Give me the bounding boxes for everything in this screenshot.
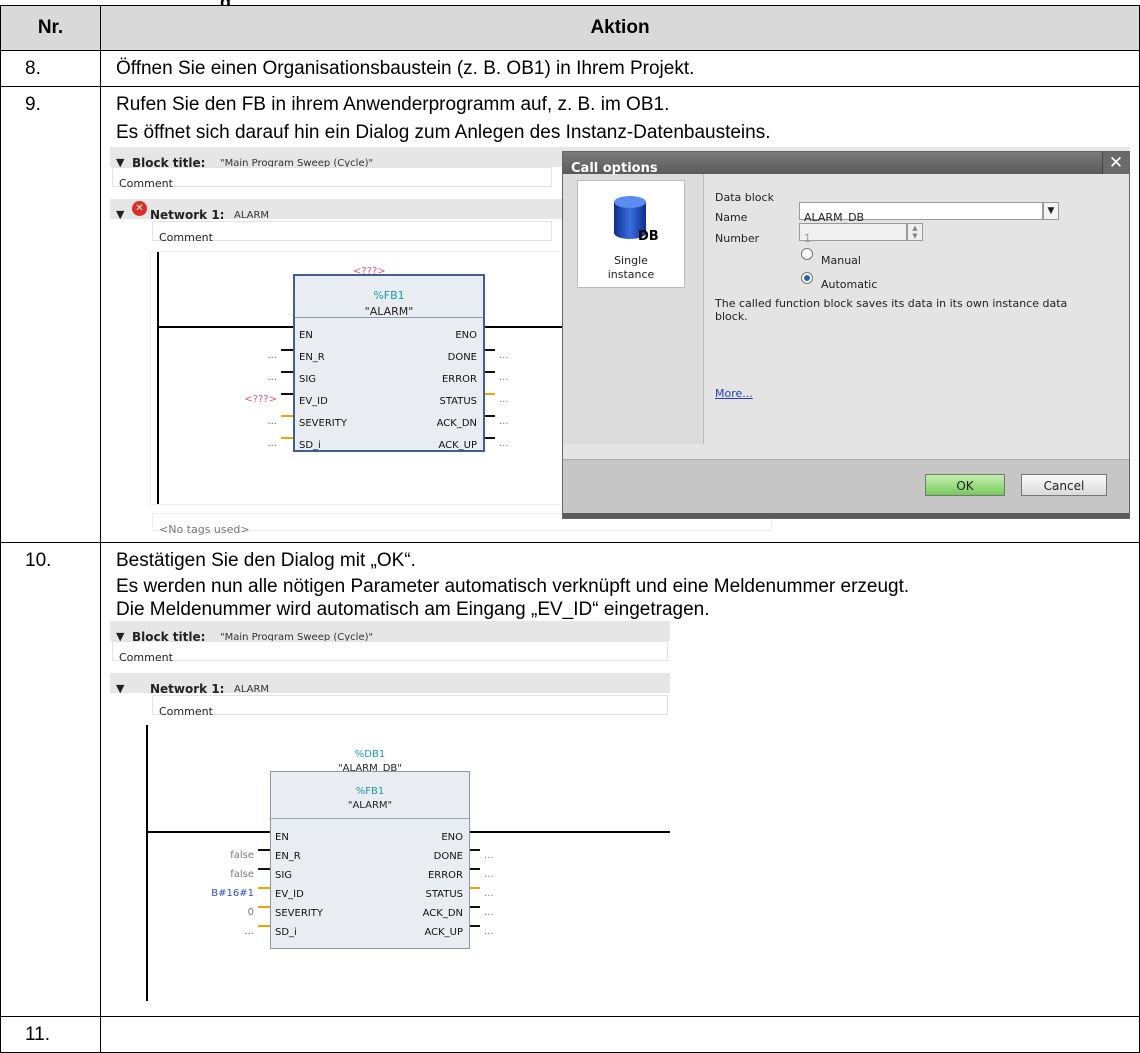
row-10-line-3: Die Meldenummer wird automatisch am Eing… xyxy=(116,599,710,620)
single-instance-option[interactable]: DB Single instance xyxy=(577,180,685,288)
output-pin-ack_up: ACK_UP xyxy=(438,440,477,451)
network-comment[interactable]: Comment xyxy=(152,695,668,718)
input-wire xyxy=(281,349,293,351)
input-wire xyxy=(281,415,293,417)
input-wire xyxy=(281,371,293,373)
output-value-ack_up[interactable]: ... xyxy=(499,430,509,458)
output-wire xyxy=(470,906,480,908)
en-wire xyxy=(159,326,293,328)
output-pin-ack_up: ACK_UP xyxy=(424,927,463,938)
input-wire xyxy=(258,868,270,870)
en-wire xyxy=(148,831,270,833)
row-11-action xyxy=(100,1016,1140,1053)
row-11-number: 11. xyxy=(0,1016,101,1053)
more-link[interactable]: More... xyxy=(715,380,753,408)
input-pin-sd_i: SD_i xyxy=(275,927,297,938)
dialog-footer: OK Cancel xyxy=(563,459,1129,518)
input-wire xyxy=(258,849,270,851)
header-nr: Nr. xyxy=(0,5,101,51)
row-9-number: 9. xyxy=(0,86,101,543)
input-wire xyxy=(258,906,270,908)
power-rail xyxy=(146,725,148,1001)
fb-divider xyxy=(295,317,483,318)
header-action: Aktion xyxy=(100,5,1140,51)
network-comment[interactable]: Comment xyxy=(152,221,552,244)
row-8-line-1: Öffnen Sie einen Organisationsbaustein (… xyxy=(116,58,695,79)
name-input[interactable]: ALARM_DB xyxy=(799,202,1043,224)
block-title-bar: ▼ Block title: "Main Program Sweep (Cycl… xyxy=(110,621,670,644)
row-10-number: 10. xyxy=(0,542,101,1017)
input-value-sd_i[interactable]: ... xyxy=(178,918,254,946)
block-comment[interactable]: Comment xyxy=(112,641,668,664)
output-wire xyxy=(485,437,495,439)
automatic-radio[interactable] xyxy=(801,272,813,284)
number-label: Number xyxy=(715,232,760,245)
dropdown-arrow-icon[interactable]: ▼ xyxy=(1043,202,1059,220)
row-8-action: Öffnen Sie einen Organisationsbaustein (… xyxy=(100,50,1140,87)
fb-divider xyxy=(271,818,469,819)
input-wire xyxy=(281,437,293,439)
input-value-sd_i[interactable]: ... xyxy=(201,430,277,458)
dialog-title: Call options xyxy=(563,152,1129,176)
input-wire xyxy=(258,887,270,889)
output-value-ack_up[interactable]: ... xyxy=(484,918,494,946)
row-9-line-2: Es öffnet sich darauf hin ein Dialog zum… xyxy=(116,122,771,143)
ladder-area: %DB1 "ALARM_DB" %FB1 "ALARM" EN ENO EN_R DO… xyxy=(140,725,670,1003)
expand-triangle-icon[interactable]: ▼ xyxy=(116,201,124,229)
cancel-button[interactable]: Cancel xyxy=(1021,474,1107,496)
screenshot-call-options: ▼ Block title: "Main Program Sweep (Cycl… xyxy=(110,147,1130,542)
row-10-line-1: Bestätigen Sie den Dialog mit „OK“. xyxy=(116,550,416,571)
output-wire xyxy=(470,925,480,927)
output-wire xyxy=(470,868,480,870)
fb-alarm-box[interactable]: %FB1 "ALARM" EN ENO EN_R DONE SIG ERROR EV_ID S… xyxy=(293,274,485,452)
output-wire xyxy=(485,349,495,351)
number-value: 1 xyxy=(804,232,811,245)
output-wire xyxy=(470,849,480,851)
automatic-label: Automatic xyxy=(821,278,878,291)
output-wire xyxy=(485,415,495,417)
row-10-line-2: Es werden nun alle nötigen Parameter aut… xyxy=(116,576,910,597)
ok-button[interactable]: OK xyxy=(925,474,1005,496)
fb-name: "ALARM" xyxy=(347,800,393,811)
input-pin-sd_i: SD_i xyxy=(299,440,321,451)
error-icon: ✕ xyxy=(132,201,147,216)
row-10-action: Bestätigen Sie den Dialog mit „OK“. Es w… xyxy=(100,542,1140,1017)
dialog-instance-pane: DB Single instance xyxy=(563,174,704,444)
input-wire xyxy=(258,925,270,927)
screenshot-result: ▼ Block title: "Main Program Sweep (Cycl… xyxy=(110,621,670,1003)
number-input[interactable]: 1 xyxy=(799,223,907,245)
input-wire xyxy=(281,393,293,395)
row-9-line-1: Rufen Sie den FB in ihrem Anwenderprogra… xyxy=(116,94,670,115)
expand-triangle-icon[interactable]: ▼ xyxy=(116,675,124,703)
row-8-number: 8. xyxy=(0,50,101,87)
network-bar: ▼ Network 1: ALARM xyxy=(110,673,670,696)
instruction-table: Nr. Aktion 8. Öffnen Sie einen Organisat… xyxy=(0,5,1140,1053)
dialog-description: The called function block saves its data… xyxy=(715,297,1068,323)
fb-alarm-box[interactable]: %FB1 "ALARM" EN ENO EN_R DONE SIG ERROR EV_ID S… xyxy=(270,771,470,949)
output-wire xyxy=(470,887,480,889)
row-9-action: Rufen Sie den FB in ihrem Anwenderprogra… xyxy=(100,86,1140,543)
dialog-bottom-bar xyxy=(563,513,1129,518)
power-rail xyxy=(157,252,159,504)
instance-label: instance xyxy=(607,268,655,281)
output-wire xyxy=(485,393,495,395)
close-icon[interactable]: ✕ xyxy=(1102,152,1129,174)
call-options-dialog: Call options ✕ DB Single instance Data b… xyxy=(562,151,1130,519)
spinner-icon[interactable]: ▲ ▼ xyxy=(907,223,923,241)
eno-wire xyxy=(470,831,670,833)
output-wire xyxy=(485,371,495,373)
manual-radio[interactable] xyxy=(801,248,813,260)
block-comment[interactable]: Comment xyxy=(112,167,552,190)
